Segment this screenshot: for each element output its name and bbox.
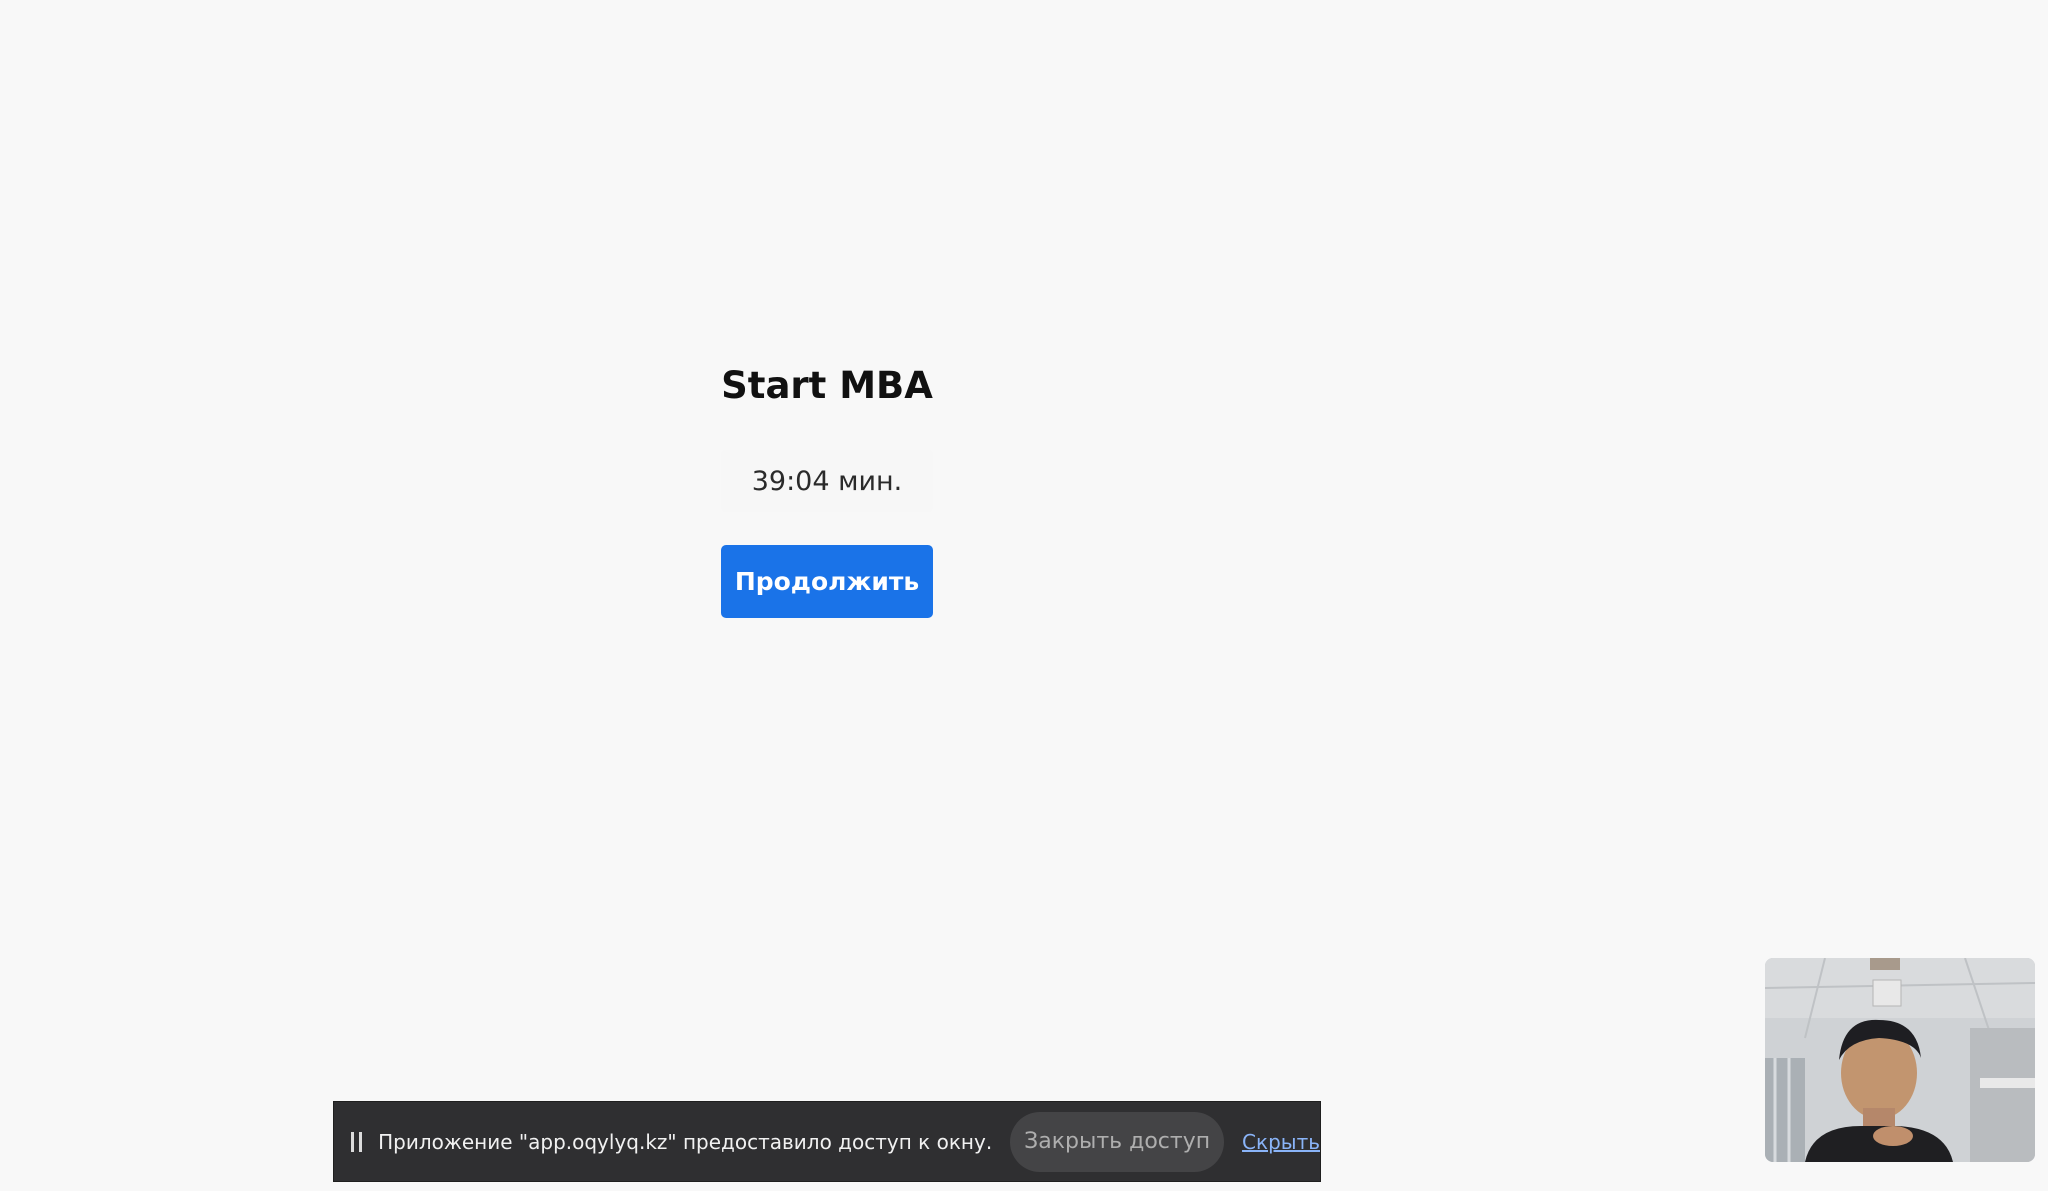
timer-display: 39:04 мин.: [721, 450, 933, 512]
webcam-preview: [1765, 958, 2035, 1162]
stop-sharing-button[interactable]: Закрыть доступ: [1010, 1111, 1225, 1172]
pause-icon[interactable]: [351, 1131, 363, 1152]
hide-link[interactable]: Скрыть: [1242, 1130, 1320, 1154]
share-message: Приложение "app.oqylyq.kz" предоставило …: [378, 1129, 993, 1154]
continue-button[interactable]: Продолжить: [721, 545, 933, 618]
screen-share-bar: Приложение "app.oqylyq.kz" предоставило …: [333, 1101, 1321, 1182]
exam-title: Start MBA: [721, 364, 933, 407]
